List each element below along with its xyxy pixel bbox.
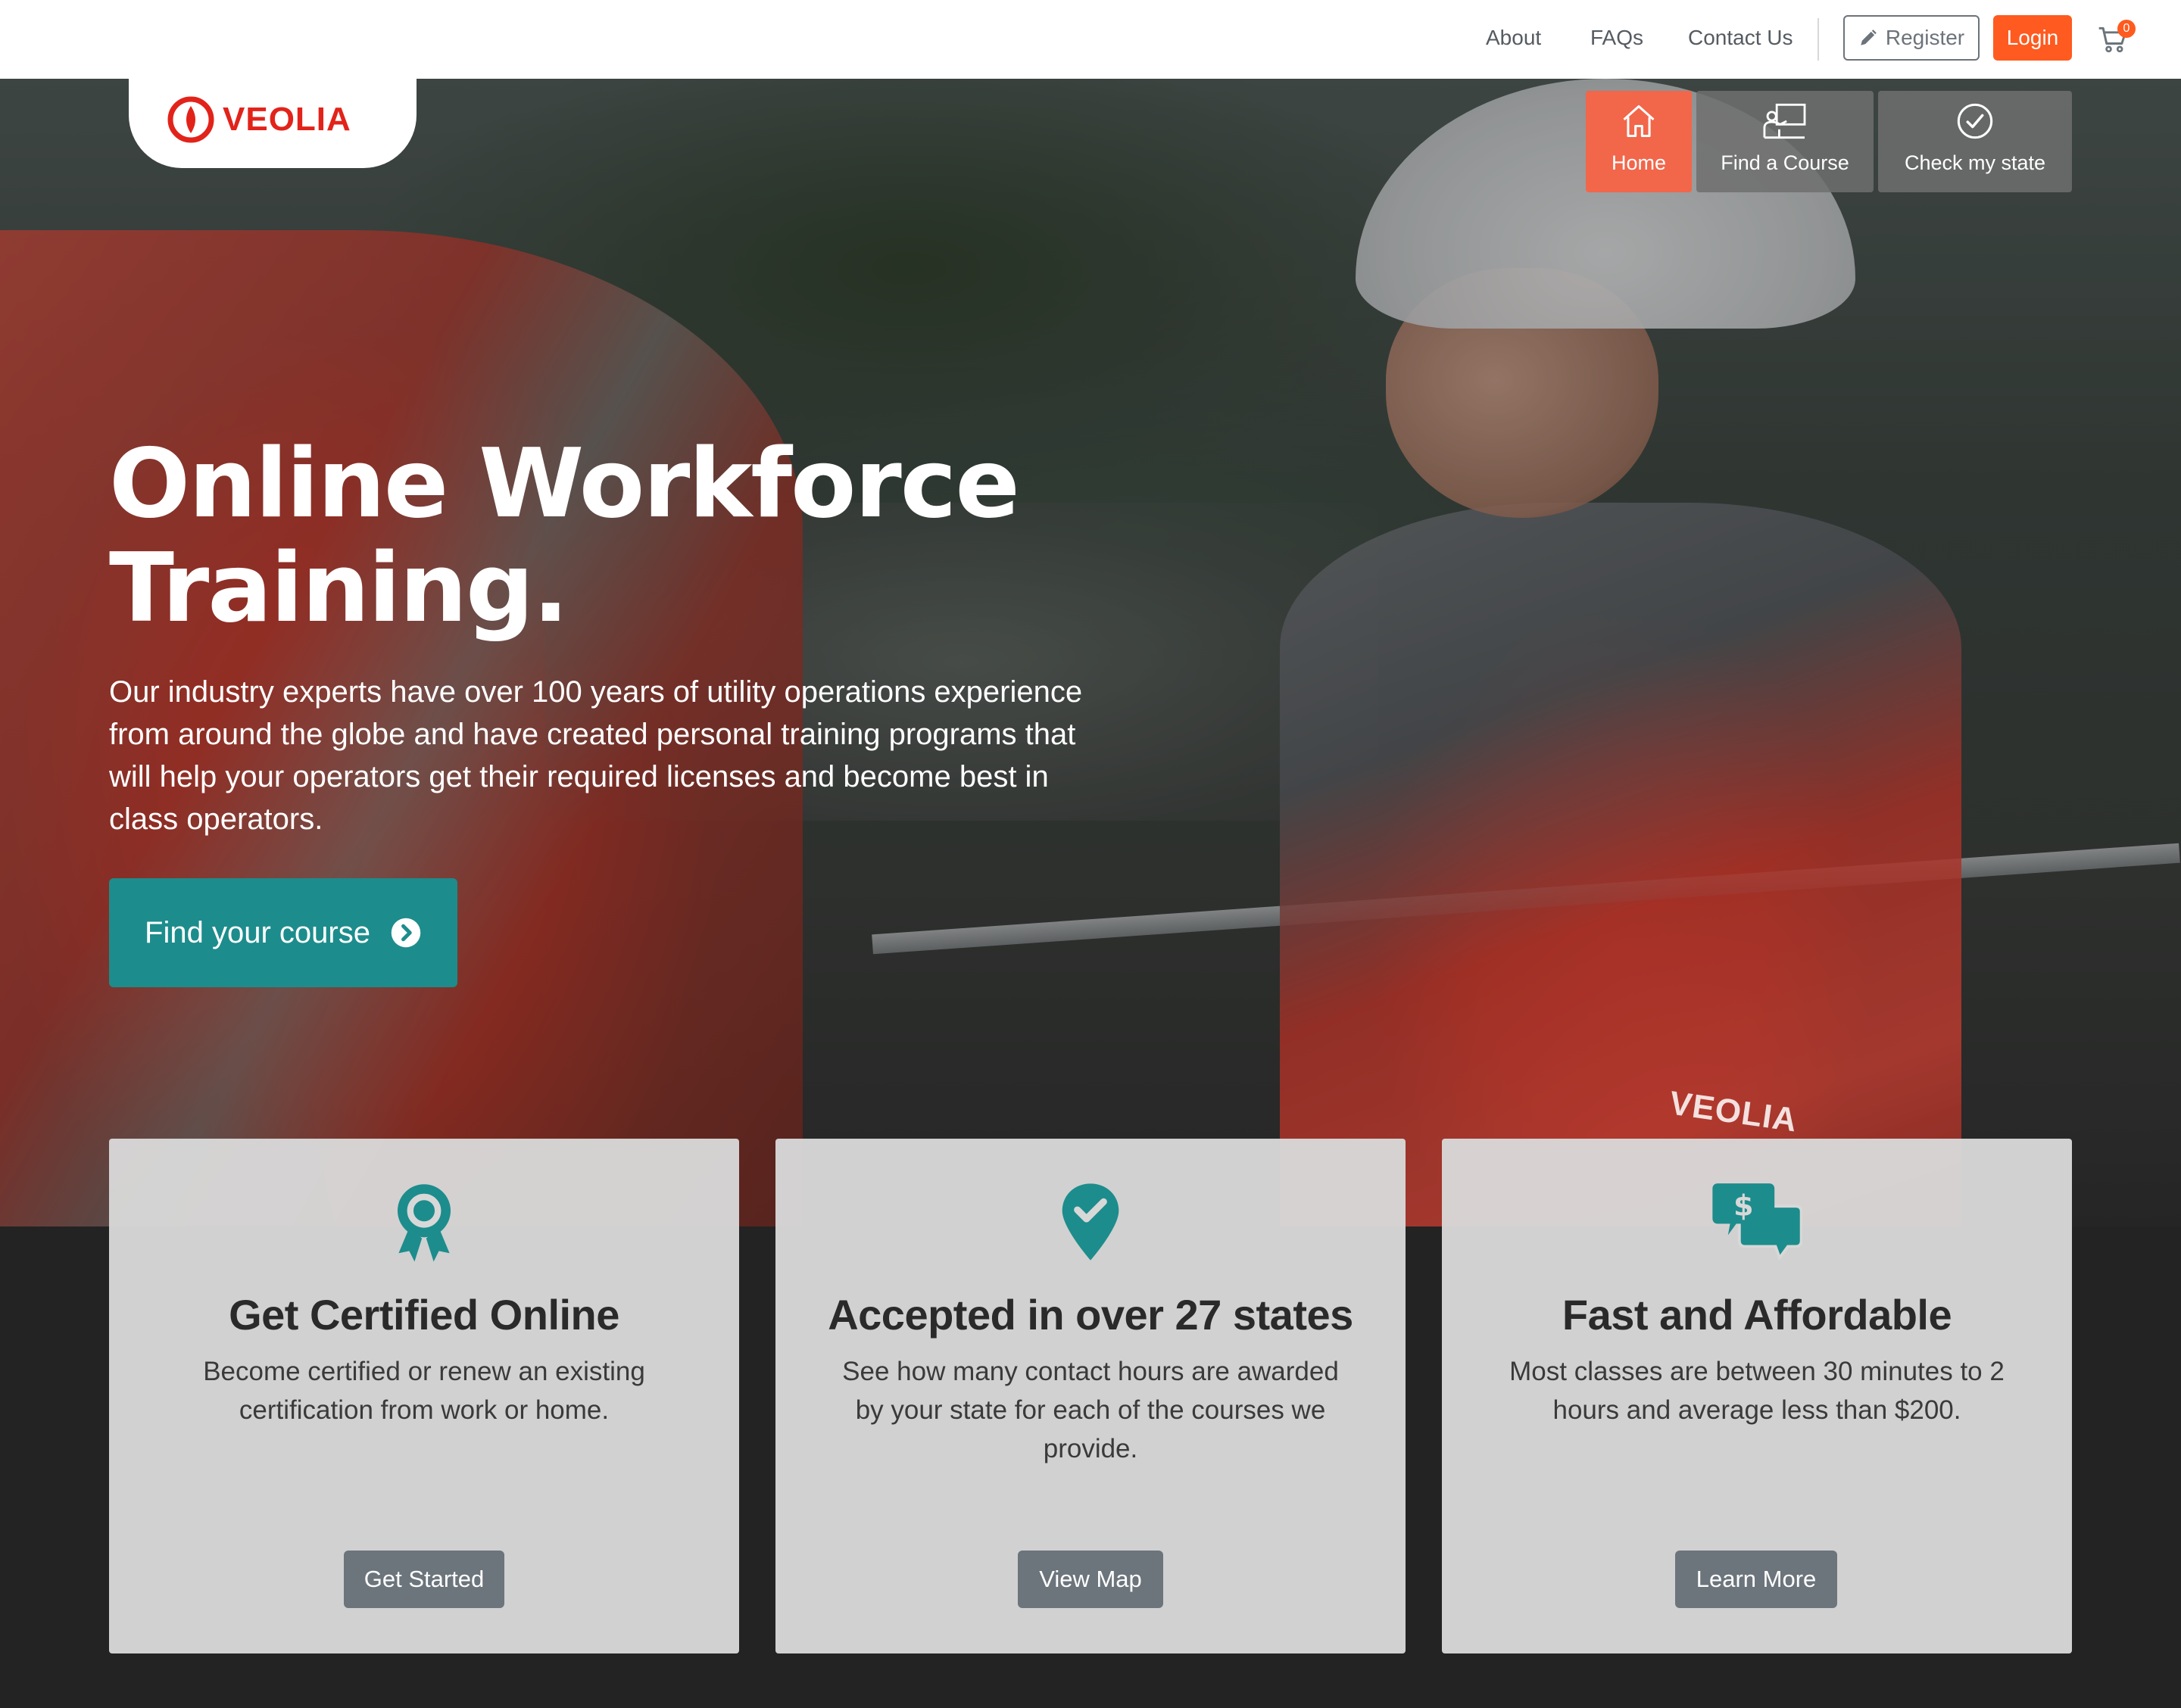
card-text: Most classes are between 30 minutes to 2… <box>1509 1357 2005 1425</box>
hero-description: Our industry experts have over 100 years… <box>109 675 1083 836</box>
jacket-logo-text: VEOLIA <box>1667 1084 1800 1139</box>
svg-text:$: $ <box>1733 1189 1754 1223</box>
presentation-board-icon <box>1763 103 1806 139</box>
veolia-logo[interactable]: VEOLIA <box>167 95 351 144</box>
card-title: Accepted in over 27 states <box>828 1291 1353 1339</box>
hero-background-worker-right <box>1280 503 1961 1226</box>
hero-title: Online Workforce Training. <box>109 432 1094 640</box>
get-started-button[interactable]: Get Started <box>344 1551 504 1608</box>
tile-find-course-label: Find a Course <box>1721 151 1849 174</box>
dollar-chat-icon: $ <box>1712 1183 1802 1261</box>
card-title: Get Certified Online <box>229 1291 619 1339</box>
feature-card-affordable: $ Fast and Affordable Most classes are b… <box>1442 1139 2072 1653</box>
cart-count-badge: 0 <box>2117 20 2136 38</box>
hero-background-railing <box>872 843 2180 955</box>
nav-link-about[interactable]: About <box>1486 23 1541 53</box>
tile-home-label: Home <box>1611 151 1667 174</box>
chevron-circle-right-icon <box>391 918 421 948</box>
hero-title-line-2: Training. <box>109 532 569 644</box>
hero-background-face <box>1386 268 1658 518</box>
check-circle-icon <box>1957 103 1993 139</box>
nav-link-faqs[interactable]: FAQs <box>1590 23 1643 53</box>
tile-home[interactable]: Home <box>1586 91 1692 192</box>
register-label: Register <box>1885 26 1965 49</box>
find-your-course-label: Find your course <box>145 915 370 949</box>
tile-check-state[interactable]: Check my state <box>1878 91 2072 192</box>
tile-check-state-label: Check my state <box>1904 151 2046 174</box>
hero-section: VEOLIA <box>0 79 2181 1226</box>
card-title: Fast and Affordable <box>1562 1291 1952 1339</box>
award-ribbon-icon <box>398 1184 451 1262</box>
feature-card-states: Accepted in over 27 states See how many … <box>775 1139 1406 1653</box>
home-icon <box>1623 104 1655 138</box>
find-your-course-button[interactable]: Find your course <box>109 878 457 987</box>
pencil-icon <box>1861 30 1877 45</box>
learn-more-button[interactable]: Learn More <box>1675 1551 1837 1608</box>
tile-find-course[interactable]: Find a Course <box>1696 91 1874 192</box>
hero-title-line-1: Online Workforce <box>109 428 1020 539</box>
view-map-button[interactable]: View Map <box>1018 1551 1163 1608</box>
veolia-logo-text: VEOLIA <box>223 101 351 138</box>
card-text: Become certified or renew an existing ce… <box>203 1357 645 1425</box>
map-marker-check-icon <box>1062 1183 1119 1261</box>
nav-link-contact-us[interactable]: Contact Us <box>1688 23 1793 53</box>
register-button[interactable]: Register <box>1843 15 1980 61</box>
veolia-logo-icon <box>167 96 214 143</box>
nav-divider <box>1818 18 1819 61</box>
login-button[interactable]: Login <box>1993 15 2072 61</box>
feature-card-certified: Get Certified Online Become certified or… <box>109 1139 739 1653</box>
card-text: See how many contact hours are awarded b… <box>842 1357 1339 1463</box>
